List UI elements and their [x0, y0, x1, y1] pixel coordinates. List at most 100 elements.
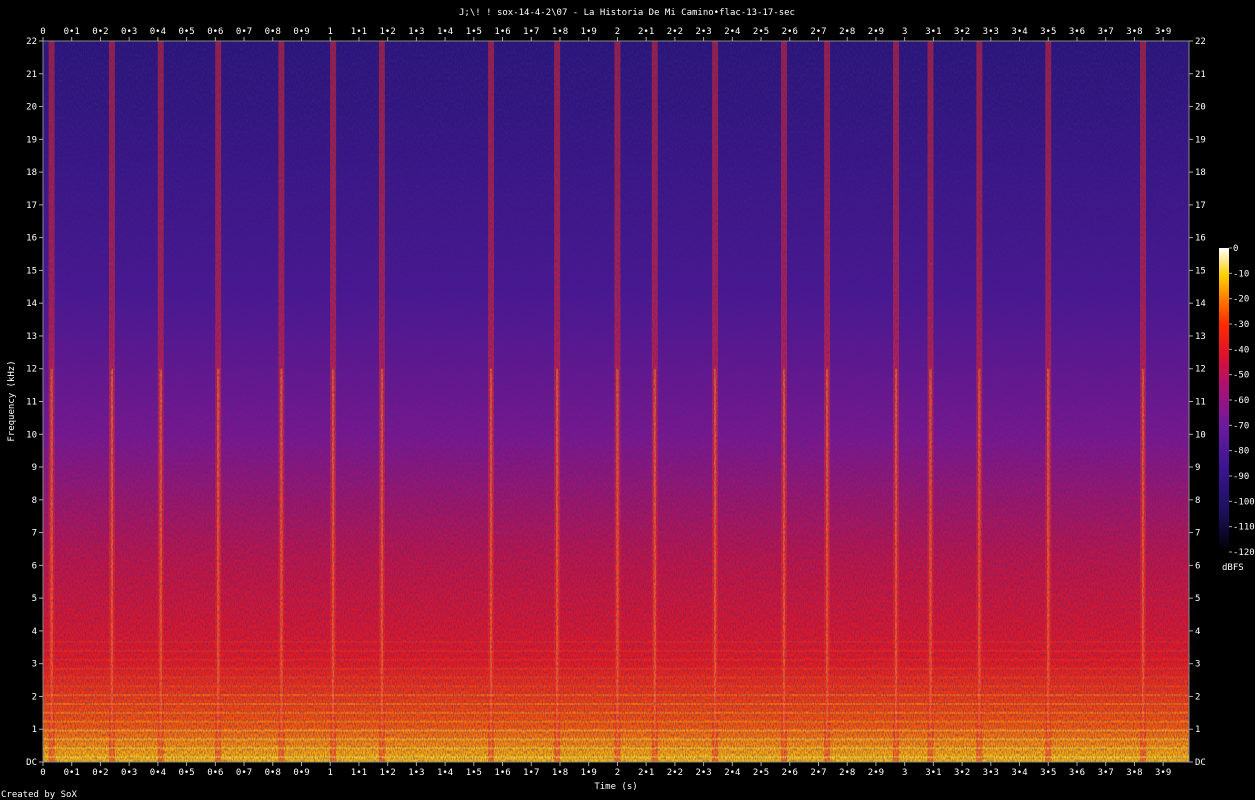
x-tick-label-top: 3•5: [1040, 27, 1056, 37]
y-tick-label-right: 19: [1195, 135, 1206, 145]
x-tick-label-top: 0: [40, 27, 45, 37]
y-tick-label-right: 13: [1195, 332, 1206, 342]
y-axis-left: DC12345678910111213141516171819202122: [26, 37, 43, 768]
x-tick-label-bottom: 1•7: [523, 768, 539, 778]
x-tick-label-top: 1•6: [494, 27, 510, 37]
y-tick-label-right: 1: [1195, 725, 1200, 735]
x-tick-label-bottom: 1•5: [466, 768, 482, 778]
x-tick-label-top: 2•9: [868, 27, 884, 37]
y-tick-label-right: 12: [1195, 365, 1206, 375]
x-tick-label-top: 0•1: [64, 27, 80, 37]
y-tick-label-left: 8: [32, 496, 37, 506]
x-tick-label-top: 1•9: [581, 27, 597, 37]
y-tick-label-right: 18: [1195, 168, 1206, 178]
x-tick-label-top: 0•5: [178, 27, 194, 37]
x-tick-label-top: 3•6: [1069, 27, 1085, 37]
x-tick-label-bottom: 3•7: [1098, 768, 1114, 778]
y-tick-label-left: 12: [26, 365, 37, 375]
x-tick-label-top: 0•2: [92, 27, 108, 37]
x-tick-label-bottom: 2•1: [638, 768, 654, 778]
x-tick-label-bottom: 0•7: [236, 768, 252, 778]
x-tick-label-top: 1: [328, 27, 333, 37]
x-tick-label-bottom: 0•5: [178, 768, 194, 778]
x-tick-label-bottom: 3•5: [1040, 768, 1056, 778]
colorbar-ticks: 0 -10 -20 -30 -40 -50 -60 -70 -80 -90 -100 -110 -120: [1229, 244, 1255, 558]
x-tick-label-bottom: 1•6: [494, 768, 510, 778]
x-tick-label-bottom: 0•6: [207, 768, 223, 778]
y-tick-label-right: 15: [1195, 266, 1206, 276]
x-tick-label-bottom: 3•1: [925, 768, 941, 778]
colorbar-tick-label: -110: [1233, 523, 1255, 533]
x-tick-label-top: 2•1: [638, 27, 654, 37]
x-tick-label-top: 0•4: [150, 27, 166, 37]
x-tick-label-top: 1•5: [466, 27, 482, 37]
x-tick-label-top: 2: [615, 27, 620, 37]
x-tick-label-bottom: 2•4: [724, 768, 740, 778]
spectrogram-chart: J;\! ! sox-14-4-2\07 - La Historia De Mi…: [1, 8, 1255, 800]
spectrogram-grain: [43, 41, 1189, 762]
x-tick-label-top: 3•9: [1155, 27, 1171, 37]
y-tick-label-left: 9: [32, 463, 37, 473]
x-tick-label-top: 2•7: [810, 27, 826, 37]
y-tick-label-left: 5: [32, 594, 37, 604]
y-tick-label-left: 7: [32, 529, 37, 539]
x-tick-label-top: 2•2: [667, 27, 683, 37]
x-tick-label-top: 3•1: [925, 27, 941, 37]
y-axis-right: DC12345678910111213141516171819202122: [1189, 37, 1206, 768]
x-tick-label-bottom: 1•9: [581, 768, 597, 778]
y-tick-label-left: 6: [32, 561, 37, 571]
y-tick-label-left: 10: [26, 430, 37, 440]
x-tick-label-bottom: 1•8: [552, 768, 568, 778]
colorbar-tick-label: -30: [1233, 320, 1249, 330]
y-tick-label-left: 1: [32, 725, 37, 735]
x-tick-label-bottom: 3•6: [1069, 768, 1085, 778]
y-tick-label-left: 19: [26, 135, 37, 145]
x-tick-label-top: 0•9: [293, 27, 309, 37]
x-tick-label-bottom: 0•8: [265, 768, 281, 778]
x-tick-label-bottom: 0•3: [121, 768, 137, 778]
y-tick-label-left: 15: [26, 266, 37, 276]
colorbar-tick-label: -20: [1233, 295, 1249, 305]
x-tick-label-bottom: 1•3: [408, 768, 424, 778]
x-tick-label-top: 2•4: [724, 27, 740, 37]
x-axis-bottom: 0 0•1 0•2 0•3 0•4 0•5 0•6 0•7 0•8 0•9 1 1•1 1•2 1•3 1•…: [40, 762, 1171, 778]
colorbar-tick-label: 0: [1233, 244, 1238, 254]
y-axis-label: Frequency (kHz): [7, 360, 17, 441]
y-tick-label-left: 20: [26, 103, 37, 113]
colorbar-tick-label: -100: [1233, 497, 1255, 507]
x-tick-label-top: 3•7: [1098, 27, 1114, 37]
x-tick-label-bottom: 2•6: [782, 768, 798, 778]
colorbar-tick-label: -10: [1233, 269, 1249, 279]
x-tick-label-top: 3: [902, 27, 907, 37]
y-tick-label-right: 4: [1195, 627, 1200, 637]
x-tick-label-bottom: 3•4: [1011, 768, 1027, 778]
x-tick-label-top: 1•2: [380, 27, 396, 37]
x-tick-label-bottom: 0•1: [64, 768, 80, 778]
y-tick-label-left: 2: [32, 692, 37, 702]
y-tick-label-right: DC: [1195, 758, 1206, 768]
colorbar-tick-label: -60: [1233, 396, 1249, 406]
x-tick-label-top: 3•2: [954, 27, 970, 37]
y-tick-label-left: 14: [26, 299, 37, 309]
x-tick-label-top: 2•6: [782, 27, 798, 37]
x-tick-label-top: 1•3: [408, 27, 424, 37]
colorbar-tick-label: -50: [1233, 371, 1249, 381]
x-tick-label-bottom: 2•2: [667, 768, 683, 778]
y-tick-label-right: 6: [1195, 561, 1200, 571]
y-tick-label-right: 2: [1195, 692, 1200, 702]
x-tick-label-bottom: 0•2: [92, 768, 108, 778]
x-tick-label-bottom: 1•2: [380, 768, 396, 778]
y-tick-label-right: 5: [1195, 594, 1200, 604]
x-tick-label-bottom: 1•4: [437, 768, 453, 778]
y-tick-label-left: 18: [26, 168, 37, 178]
y-tick-label-right: 17: [1195, 201, 1206, 211]
y-tick-label-right: 11: [1195, 398, 1206, 408]
x-tick-label-bottom: 2•3: [695, 768, 711, 778]
x-tick-label-top: 1•7: [523, 27, 539, 37]
colorbar-tick-label: -80: [1233, 447, 1249, 457]
y-tick-label-right: 14: [1195, 299, 1206, 309]
y-tick-label-left: DC: [26, 758, 37, 768]
colorbar-tick-label: -40: [1233, 345, 1249, 355]
colorbar-tick-label: -90: [1233, 472, 1249, 482]
x-tick-label-bottom: 3: [902, 768, 907, 778]
